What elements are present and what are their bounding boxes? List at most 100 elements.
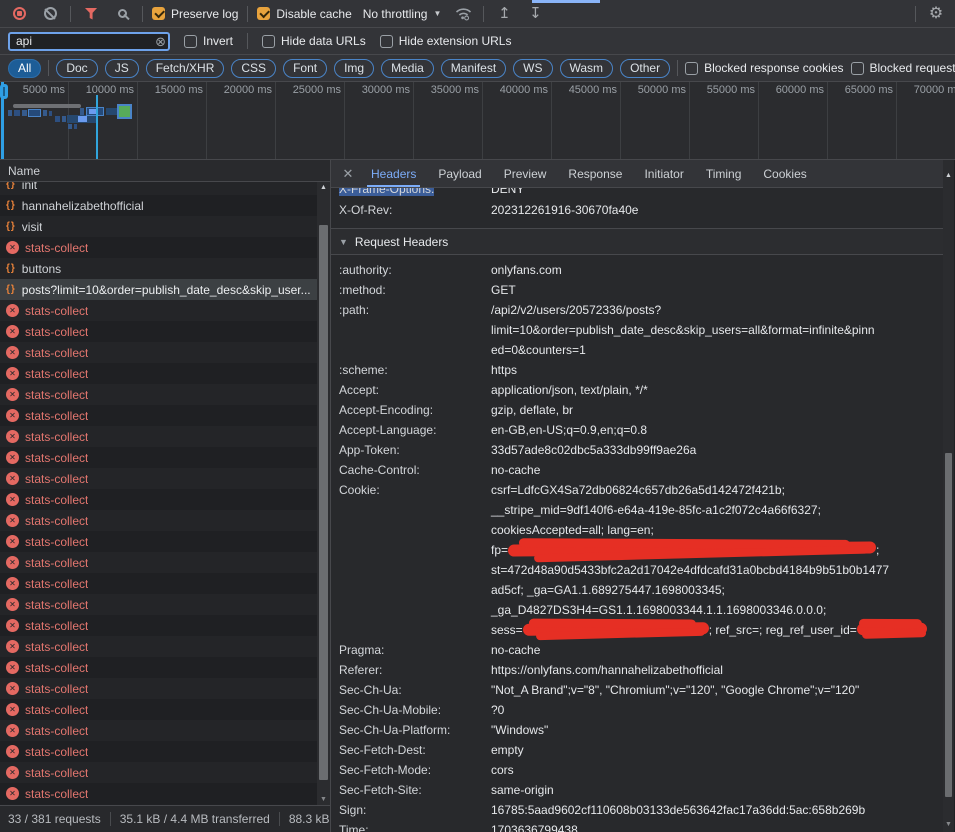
type-filter-font[interactable]: Font <box>283 59 327 78</box>
request-row[interactable]: ✕stats-collect <box>0 657 330 678</box>
request-row[interactable]: ✕stats-collect <box>0 552 330 573</box>
type-filter-other[interactable]: Other <box>620 59 670 78</box>
filter-input[interactable] <box>8 32 170 51</box>
divider <box>677 60 678 76</box>
request-row[interactable]: ✕stats-collect <box>0 300 330 321</box>
timeline-overview[interactable]: 5000 ms10000 ms15000 ms20000 ms25000 ms3… <box>0 82 955 160</box>
request-row[interactable]: ✕stats-collect <box>0 531 330 552</box>
scroll-down-icon[interactable]: ▼ <box>317 796 330 803</box>
type-filter-manifest[interactable]: Manifest <box>441 59 506 78</box>
name-column-header[interactable]: Name <box>0 160 330 182</box>
request-row[interactable]: ✕stats-collect <box>0 237 330 258</box>
close-details-button[interactable]: ✕ <box>337 166 359 182</box>
type-filter-wasm[interactable]: Wasm <box>560 59 614 78</box>
settings-button[interactable]: ⚙ <box>925 3 947 25</box>
tab-response[interactable]: Response <box>558 160 632 187</box>
request-row[interactable]: ✕stats-collect <box>0 405 330 426</box>
request-name: stats-collect <box>25 745 88 759</box>
type-filter-js[interactable]: JS <box>105 59 139 78</box>
throttling-dropdown[interactable]: No throttling ▼ <box>361 7 444 21</box>
type-filter-fetch-xhr[interactable]: Fetch/XHR <box>146 59 225 78</box>
request-list-scrollbar[interactable]: ▲ ▼ <box>317 182 330 805</box>
record-button[interactable] <box>8 3 30 25</box>
tab-timing[interactable]: Timing <box>696 160 752 187</box>
request-name: stats-collect <box>25 724 88 738</box>
clear-button[interactable] <box>39 3 61 25</box>
type-filter-media[interactable]: Media <box>381 59 434 78</box>
overview-drag-handle[interactable] <box>0 84 8 99</box>
request-row[interactable]: {}visit <box>0 216 330 237</box>
header-value: cors <box>491 760 919 780</box>
request-row[interactable]: {}buttons <box>0 258 330 279</box>
request-row[interactable]: ✕stats-collect <box>0 384 330 405</box>
type-filter-doc[interactable]: Doc <box>56 59 97 78</box>
disable-cache-checkbox[interactable]: Disable cache <box>257 7 351 21</box>
header-row: Sec-Ch-Ua:"Not_A Brand";v="8", "Chromium… <box>331 680 954 700</box>
request-row[interactable]: ✕stats-collect <box>0 447 330 468</box>
header-value: csrf=LdfcGX4Sa72db06824c657db26a5d142472… <box>491 480 919 640</box>
request-headers-section-toggle[interactable]: ▼ Request Headers <box>331 229 954 255</box>
fetch-request-icon: {} <box>6 200 16 211</box>
tab-cookies[interactable]: Cookies <box>753 160 816 187</box>
network-conditions-icon <box>455 6 472 21</box>
preserve-log-checkbox[interactable]: Preserve log <box>152 7 238 21</box>
header-value: no-cache <box>491 640 919 660</box>
search-button[interactable] <box>111 3 133 25</box>
tab-preview[interactable]: Preview <box>494 160 557 187</box>
request-row[interactable]: ✕stats-collect <box>0 489 330 510</box>
timeline-ticks: 5000 ms10000 ms15000 ms20000 ms25000 ms3… <box>0 82 955 159</box>
export-har-button[interactable]: ↧ <box>524 3 546 25</box>
divider <box>483 6 484 22</box>
header-row: X-Of-Rev: 202312261916-30670fa40e <box>331 200 954 220</box>
failed-request-icon: ✕ <box>6 745 19 758</box>
header-name: Time: <box>339 820 491 832</box>
tab-payload[interactable]: Payload <box>428 160 491 187</box>
hide-extension-urls-checkbox[interactable]: Hide extension URLs <box>380 34 512 48</box>
overview-request-bar <box>28 109 41 117</box>
request-row[interactable]: {}hannahelizabethofficial <box>0 195 330 216</box>
scroll-up-icon[interactable]: ▲ <box>943 172 954 179</box>
header-value-line: ad5cf; _ga=GA1.1.689275447.1698003345; <box>491 580 919 600</box>
header-name: Sec-Ch-Ua: <box>339 680 491 700</box>
network-conditions-button[interactable] <box>452 3 474 25</box>
request-row[interactable]: ✕stats-collect <box>0 699 330 720</box>
request-row[interactable]: ✕stats-collect <box>0 762 330 783</box>
blocked-response-cookies-checkbox[interactable]: Blocked response cookies <box>685 61 843 75</box>
scroll-down-icon[interactable]: ▼ <box>943 821 954 828</box>
overview-load-marker <box>117 104 132 119</box>
clear-input-icon[interactable]: ⊗ <box>155 34 166 50</box>
request-row[interactable]: ✕stats-collect <box>0 363 330 384</box>
import-har-button[interactable]: ↥ <box>493 3 515 25</box>
invert-checkbox[interactable]: Invert <box>184 34 233 48</box>
request-row[interactable]: ✕stats-collect <box>0 636 330 657</box>
scroll-up-icon[interactable]: ▲ <box>317 184 330 191</box>
request-row[interactable]: ✕stats-collect <box>0 468 330 489</box>
type-filter-all[interactable]: All <box>8 59 41 78</box>
type-filter-img[interactable]: Img <box>334 59 374 78</box>
request-row[interactable]: ✕stats-collect <box>0 615 330 636</box>
blocked-requests-checkbox[interactable]: Blocked requests <box>851 61 955 75</box>
hide-data-urls-checkbox[interactable]: Hide data URLs <box>262 34 366 48</box>
scrollbar-thumb[interactable] <box>945 453 952 797</box>
tab-headers[interactable]: Headers <box>361 160 426 187</box>
request-row[interactable]: {}init <box>0 182 330 195</box>
request-row[interactable]: {}posts?limit=10&order=publish_date_desc… <box>0 279 330 300</box>
scrollbar-thumb[interactable] <box>319 225 328 780</box>
tab-initiator[interactable]: Initiator <box>634 160 693 187</box>
type-filter-ws[interactable]: WS <box>513 59 552 78</box>
request-row[interactable]: ✕stats-collect <box>0 321 330 342</box>
type-filter-css[interactable]: CSS <box>231 59 276 78</box>
request-row[interactable]: ✕stats-collect <box>0 573 330 594</box>
request-row[interactable]: ✕stats-collect <box>0 426 330 447</box>
request-row[interactable]: ✕stats-collect <box>0 783 330 804</box>
filter-toggle-button[interactable] <box>80 3 102 25</box>
request-row[interactable]: ✕stats-collect <box>0 342 330 363</box>
fetch-request-icon: {} <box>6 182 16 190</box>
request-row[interactable]: ✕stats-collect <box>0 594 330 615</box>
request-row[interactable]: ✕stats-collect <box>0 678 330 699</box>
details-scrollbar[interactable]: ▲ ▼ <box>943 160 954 832</box>
failed-request-icon: ✕ <box>6 640 19 653</box>
request-row[interactable]: ✕stats-collect <box>0 720 330 741</box>
request-row[interactable]: ✕stats-collect <box>0 510 330 531</box>
request-row[interactable]: ✕ stats-collect <box>0 741 330 762</box>
